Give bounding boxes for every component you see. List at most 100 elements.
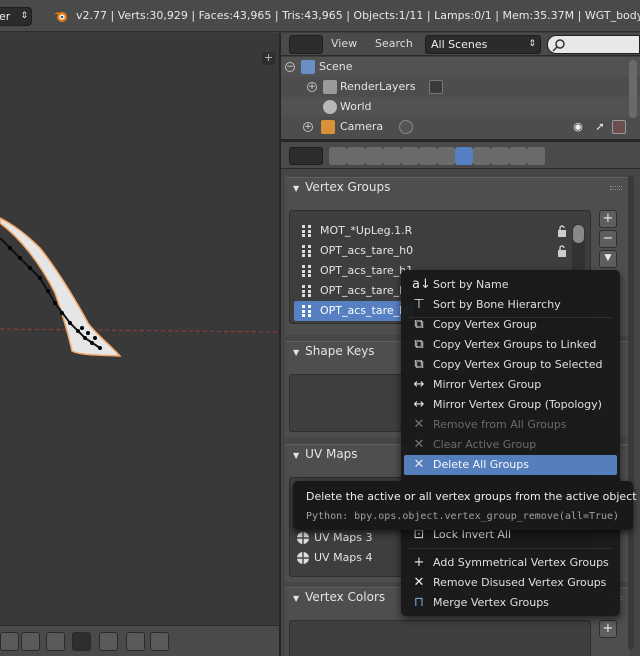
- panel-title: UV Maps: [305, 447, 358, 461]
- vertex-group-row[interactable]: MOT_*UpLeg.1.R: [294, 221, 576, 241]
- menu-item-label: Sort by Bone Hierarchy: [433, 298, 561, 311]
- plus-icon: +: [413, 555, 425, 570]
- eye-icon[interactable]: ◉: [571, 120, 585, 134]
- outliner-item-renderlayers[interactable]: + RenderLayers: [281, 77, 640, 97]
- outliner-search-input[interactable]: [547, 35, 640, 54]
- menu-item-sort-by-bone-hierarchy[interactable]: ⊤ Sort by Bone Hierarchy: [404, 295, 617, 315]
- properties-editor-button[interactable]: [289, 147, 323, 165]
- armature-mesh-view: [0, 217, 279, 357]
- x-icon: ✕: [413, 437, 425, 452]
- physics-tab[interactable]: [527, 147, 545, 165]
- menu-view[interactable]: View: [331, 37, 357, 50]
- vertex-group-icon: [302, 285, 311, 297]
- panel-header[interactable]: ▼ Shape Keys: [293, 344, 375, 358]
- menu-search[interactable]: Search: [375, 37, 413, 50]
- layer-button[interactable]: [99, 632, 118, 651]
- modifiers-tab[interactable]: [437, 147, 455, 165]
- mesh-data-tab[interactable]: [455, 147, 473, 165]
- remove-vertex-group-button[interactable]: −: [599, 230, 617, 248]
- menu-item-copy-to-linked[interactable]: ⧉ Copy Vertex Groups to Linked: [404, 335, 617, 355]
- outliner-item-camera[interactable]: + Camera ◉ ➚: [281, 117, 640, 137]
- menu-item-label: Copy Vertex Group to Selected: [433, 358, 603, 371]
- render-tab[interactable]: [329, 147, 347, 165]
- add-vertex-color-button[interactable]: +: [599, 620, 617, 638]
- outliner-item-label: Scene: [319, 60, 353, 73]
- proportional-edit-button[interactable]: [0, 632, 19, 651]
- panel-header[interactable]: ▼ Vertex Groups: [293, 180, 390, 194]
- panel-title: Vertex Colors: [305, 590, 386, 604]
- sort-alpha-icon: a↓: [412, 277, 431, 292]
- lock-icon[interactable]: [557, 245, 567, 257]
- properties-scrollbar[interactable]: [628, 175, 634, 650]
- vertex-group-list-scrollbar[interactable]: [572, 224, 585, 274]
- scene-icon: [301, 60, 315, 74]
- outliner-editor-button[interactable]: [289, 35, 323, 54]
- vertex-group-row-selected[interactable]: OPT_acs_tare_h3: [294, 301, 414, 321]
- menu-item-mirror-vertex-group[interactable]: ↔ Mirror Vertex Group: [404, 375, 617, 395]
- snap-element-button[interactable]: [72, 632, 91, 651]
- snap-toggle-button[interactable]: [46, 632, 65, 651]
- render-button[interactable]: [126, 632, 145, 651]
- vertex-group-icon: [302, 245, 311, 257]
- collapse-icon[interactable]: −: [285, 62, 295, 72]
- render-camera-icon[interactable]: [612, 120, 626, 134]
- 3d-viewport[interactable]: [0, 33, 279, 625]
- menu-item-label: Sort by Name: [433, 278, 509, 291]
- constraints-tab[interactable]: [419, 147, 437, 165]
- x-icon: ✕: [413, 417, 425, 432]
- material-tab[interactable]: [473, 147, 491, 165]
- copy-linked-icon: ⧉: [414, 337, 424, 352]
- vertex-group-name: OPT_acs_tare_h3: [320, 304, 414, 317]
- menu-item-merge-vertex-groups[interactable]: ⊓ Merge Vertex Groups: [404, 593, 617, 613]
- expand-icon[interactable]: +: [303, 122, 313, 132]
- menu-item-mirror-topology[interactable]: ↔ Mirror Vertex Group (Topology): [404, 395, 617, 415]
- camera-icon: [321, 120, 335, 134]
- outliner-item-scene[interactable]: − Scene: [281, 57, 640, 77]
- vertex-group-icon: [302, 225, 311, 237]
- scene-tab[interactable]: [365, 147, 383, 165]
- menu-item-clear-active-group[interactable]: ✕ Clear Active Group: [404, 435, 617, 455]
- lock-icon[interactable]: [557, 225, 567, 237]
- vertex-group-name: OPT_acs_tare_h0: [320, 244, 414, 257]
- texture-tab[interactable]: [491, 147, 509, 165]
- collapse-triangle-icon: ▼: [293, 594, 300, 603]
- particles-tab[interactable]: [509, 147, 527, 165]
- render-layers-icon: [323, 80, 337, 94]
- vertex-group-specials-button[interactable]: ▼: [599, 250, 617, 268]
- menu-item-sort-by-name[interactable]: a↓ Sort by Name: [404, 275, 617, 295]
- scroll-thumb[interactable]: [573, 225, 584, 243]
- pivot-button[interactable]: [21, 632, 40, 651]
- panel-title: Vertex Groups: [305, 180, 391, 194]
- toolshelf-toggle-button[interactable]: +: [262, 52, 275, 65]
- scene-statistics: v2.77 | Verts:30,929 | Faces:43,965 | Tr…: [76, 9, 640, 22]
- render-layers-tab[interactable]: [347, 147, 365, 165]
- panel-header[interactable]: ▼ Vertex Colors: [293, 590, 385, 604]
- menu-item-copy-vertex-group[interactable]: ⧉ Copy Vertex Group: [404, 315, 617, 335]
- tooltip-description: Delete the active or all vertex groups f…: [306, 490, 637, 503]
- vertex-group-row[interactable]: OPT_acs_tare_h0: [294, 241, 576, 261]
- menu-item-copy-to-selected[interactable]: ⧉ Copy Vertex Group to Selected: [404, 355, 617, 375]
- menu-item-remove-from-all-groups[interactable]: ✕ Remove from All Groups: [404, 415, 617, 435]
- grip-icon[interactable]: [610, 186, 622, 190]
- vertex-color-list[interactable]: [289, 620, 591, 656]
- panel-header[interactable]: ▼ UV Maps: [293, 447, 358, 461]
- expand-icon[interactable]: +: [307, 82, 317, 92]
- object-tab[interactable]: [401, 147, 419, 165]
- outliner-item-world[interactable]: World: [281, 97, 640, 117]
- mirror-icon: ↔: [413, 377, 425, 392]
- scene-filter-select[interactable]: All Scenes ⇕: [425, 35, 541, 54]
- uv-map-icon: [297, 552, 309, 564]
- menu-item-add-symmetrical[interactable]: + Add Symmetrical Vertex Groups: [404, 553, 617, 573]
- add-vertex-group-button[interactable]: +: [599, 210, 617, 228]
- menu-item-label: Mirror Vertex Group: [433, 378, 542, 391]
- menu-item-remove-disused[interactable]: ✕ Remove Disused Vertex Groups: [404, 573, 617, 593]
- camera-render-button[interactable]: [150, 632, 169, 651]
- editor-type-menu[interactable]: er ⇕: [0, 7, 32, 26]
- outliner-scrollbar[interactable]: [629, 60, 637, 118]
- properties-header: [281, 142, 640, 169]
- world-tab[interactable]: [383, 147, 401, 165]
- outliner-item-label: World: [340, 100, 372, 113]
- uv-map-name: UV Maps 4: [314, 551, 373, 564]
- menu-item-delete-all-groups[interactable]: ✕ Delete All Groups: [404, 455, 617, 475]
- cursor-icon[interactable]: ➚: [593, 120, 607, 134]
